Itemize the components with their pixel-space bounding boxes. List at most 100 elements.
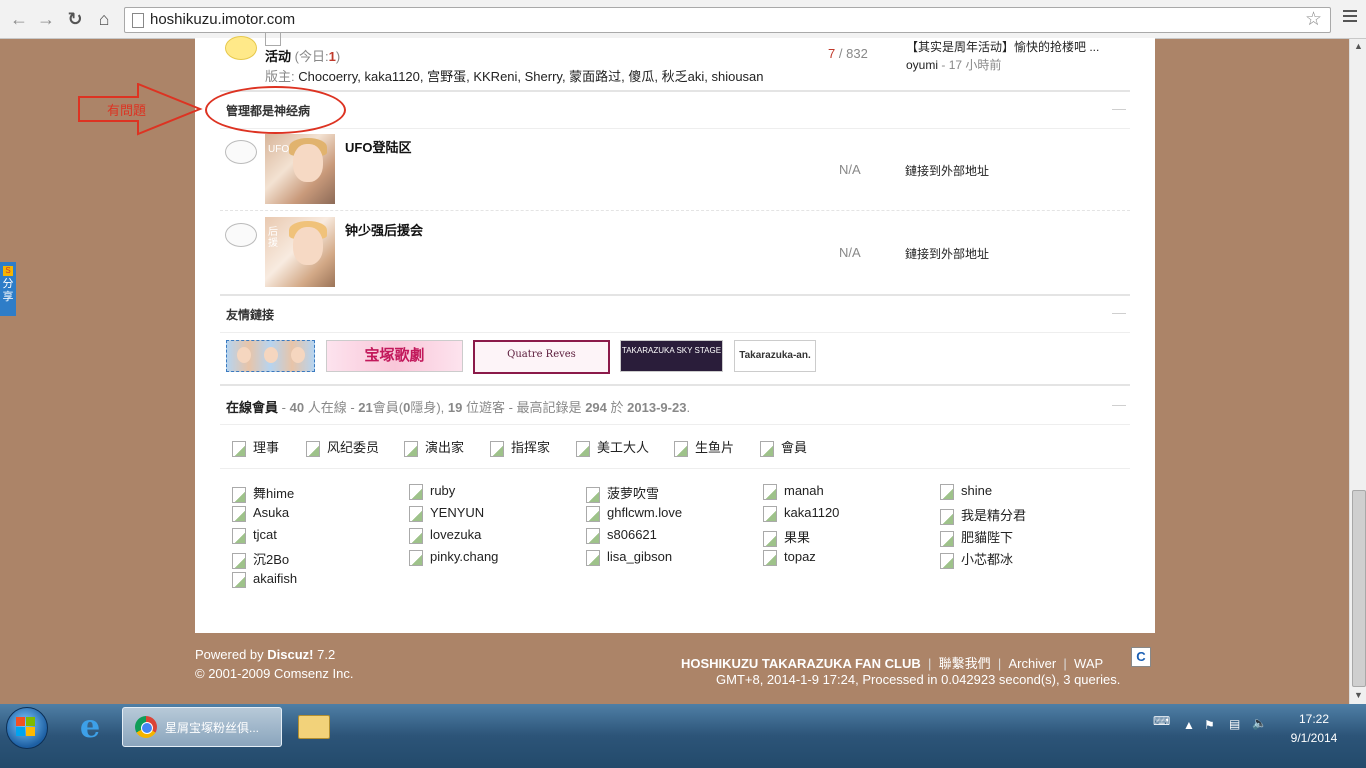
collapse-icon[interactable]: — (1112, 304, 1126, 320)
back-button[interactable]: ← (8, 8, 30, 30)
action-center-icon[interactable]: ⚑ (1204, 718, 1215, 732)
forward-button[interactable]: → (35, 8, 57, 30)
group-item: 演出家 (404, 437, 464, 457)
network-icon[interactable]: ▤ (1229, 717, 1240, 731)
user-icon (232, 571, 246, 588)
share-label-1: 分 (2, 278, 14, 290)
online-user[interactable]: 肥貓陛下 (940, 527, 1013, 547)
user-icon (409, 505, 423, 522)
user-icon (586, 549, 600, 566)
keyboard-icon[interactable]: ⌨ (1153, 714, 1170, 728)
online-user[interactable]: 果果 (763, 527, 810, 547)
last-post-title[interactable]: 【其实是周年活动】愉快的抢楼吧 ... (906, 38, 1099, 55)
online-user-name: topaz (784, 549, 816, 564)
section-online-title[interactable]: 在線會員 (226, 400, 278, 415)
online-user-name: manah (784, 483, 824, 498)
address-bar[interactable]: hoshikuzu.imotor.com ☆ (124, 7, 1331, 33)
explorer-taskbar-button[interactable] (296, 707, 330, 745)
external-link[interactable]: 鏈接到外部地址 (905, 245, 989, 262)
discuz-link[interactable]: Discuz! (267, 647, 313, 662)
section-links-title[interactable]: 友情鏈接 (226, 306, 274, 323)
online-user[interactable]: 我是精分君 (940, 505, 1026, 525)
chrome-taskbar-button[interactable]: 星屑宝塚粉丝俱... (122, 707, 282, 747)
share-tab[interactable]: S 分 享 (0, 262, 16, 316)
footer-link-site[interactable]: HOSHIKUZU TAKARAZUKA FAN CLUB (681, 656, 921, 671)
group-item: 美工大人 (576, 437, 649, 457)
members-label: 會員( (372, 400, 404, 415)
user-icon (586, 486, 600, 503)
online-user[interactable]: 菠萝吹雪 (586, 483, 659, 503)
scroll-thumb[interactable] (1352, 490, 1366, 687)
volume-icon[interactable]: 🔈 (1252, 716, 1267, 730)
user-icon (232, 486, 246, 503)
forum-name-support[interactable]: 钟少强后援会 (345, 220, 423, 239)
online-user-name: lisa_gibson (607, 549, 673, 564)
stats-separator: / (838, 46, 843, 61)
user-icon (940, 530, 954, 547)
scroll-up-icon[interactable]: ▲ (1354, 41, 1363, 51)
group-label: 理事 (253, 440, 280, 455)
online-user[interactable]: tjcat (232, 527, 277, 544)
user-icon (576, 440, 590, 457)
last-post-user[interactable]: oyumi (906, 58, 938, 72)
show-hidden-icons-icon[interactable]: ▲ (1183, 718, 1195, 732)
collapse-icon[interactable]: — (1112, 396, 1126, 412)
footer-link-wap[interactable]: WAP (1074, 656, 1103, 671)
menu-icon[interactable] (1343, 10, 1357, 25)
home-button[interactable]: ⌂ (93, 8, 115, 30)
footer-status: GMT+8, 2014-1-9 17:24, Processed in 0.04… (716, 672, 1121, 687)
collapse-icon[interactable]: — (1112, 100, 1126, 116)
online-user-name: kaka1120 (784, 505, 840, 520)
online-user[interactable]: manah (763, 483, 824, 500)
online-user[interactable]: ghflcwm.love (586, 505, 682, 522)
cnzz-badge-icon[interactable]: C (1131, 647, 1151, 667)
footer-link-archiver[interactable]: Archiver (1009, 656, 1057, 671)
forum-name-ufo[interactable]: UFO登陆区 (345, 137, 411, 156)
online-user[interactable]: s806621 (586, 527, 657, 544)
folder-icon (298, 715, 330, 739)
user-icon (586, 527, 600, 544)
online-user[interactable]: kaka1120 (763, 505, 839, 522)
online-user[interactable]: shine (940, 483, 992, 500)
online-user[interactable]: 舞hime (232, 483, 294, 503)
online-user[interactable]: pinky.chang (409, 549, 498, 566)
star-icon[interactable]: ☆ (1305, 8, 1322, 31)
moderators-list[interactable]: Chocoerry, kaka1120, 宫野蛋, KKReni, Sherry… (298, 69, 763, 84)
external-link[interactable]: 鏈接到外部地址 (905, 162, 989, 179)
online-user[interactable]: ruby (409, 483, 455, 500)
page-scrollbar[interactable]: ▲ ▼ (1349, 39, 1366, 704)
user-icon (404, 440, 418, 457)
system-clock[interactable]: 17:22 9/1/2014 (1284, 710, 1344, 748)
post-count: 832 (846, 46, 868, 61)
online-user-name: tjcat (253, 527, 277, 542)
online-user[interactable]: YENYUN (409, 505, 484, 522)
forum-thumbnail[interactable]: UFO (265, 134, 335, 204)
online-user[interactable]: 沉2Bo (232, 549, 289, 569)
link-banner-fanclub[interactable] (226, 340, 315, 372)
footer-link-contact[interactable]: 聯繫我們 (939, 656, 991, 671)
reload-button[interactable]: ↻ (64, 8, 86, 30)
footer-links: HOSHIKUZU TAKARAZUKA FAN CLUB | 聯繫我們 | A… (681, 656, 1104, 671)
online-user[interactable]: 小芯都冰 (940, 549, 1013, 569)
forum-image-icon (265, 32, 281, 46)
scroll-down-icon[interactable]: ▼ (1354, 690, 1363, 700)
link-banner-sky-stage[interactable]: TAKARAZUKA SKY STAGE (620, 340, 723, 372)
forum-activity-link[interactable]: 活动 (265, 49, 291, 64)
group-label: 會員 (781, 440, 808, 455)
online-user[interactable]: lovezuka (409, 527, 481, 544)
user-icon (940, 508, 954, 525)
online-user[interactable]: Asuka (232, 505, 289, 522)
forum-thumbnail[interactable]: 后援 (265, 217, 335, 287)
link-banner-quatre-reves[interactable]: Quatre Reves (473, 340, 610, 374)
link-banner-takarazuka[interactable]: 宝塚歌劇 (326, 340, 463, 372)
ie-taskbar-icon[interactable]: e (70, 707, 110, 745)
online-user-name: 我是精分君 (961, 508, 1027, 523)
online-user[interactable]: akaifish (232, 571, 297, 588)
user-icon (763, 549, 777, 566)
online-user[interactable]: topaz (763, 549, 816, 566)
windows-logo-icon (16, 717, 36, 737)
group-item: 生鱼片 (674, 437, 734, 457)
online-users-list: 舞hime ruby 菠萝吹雪 manah shine Asuka YENYUN ghflcw… (232, 483, 1122, 613)
link-banner-an[interactable]: Takarazuka-an. (734, 340, 816, 372)
online-user[interactable]: lisa_gibson (586, 549, 672, 566)
